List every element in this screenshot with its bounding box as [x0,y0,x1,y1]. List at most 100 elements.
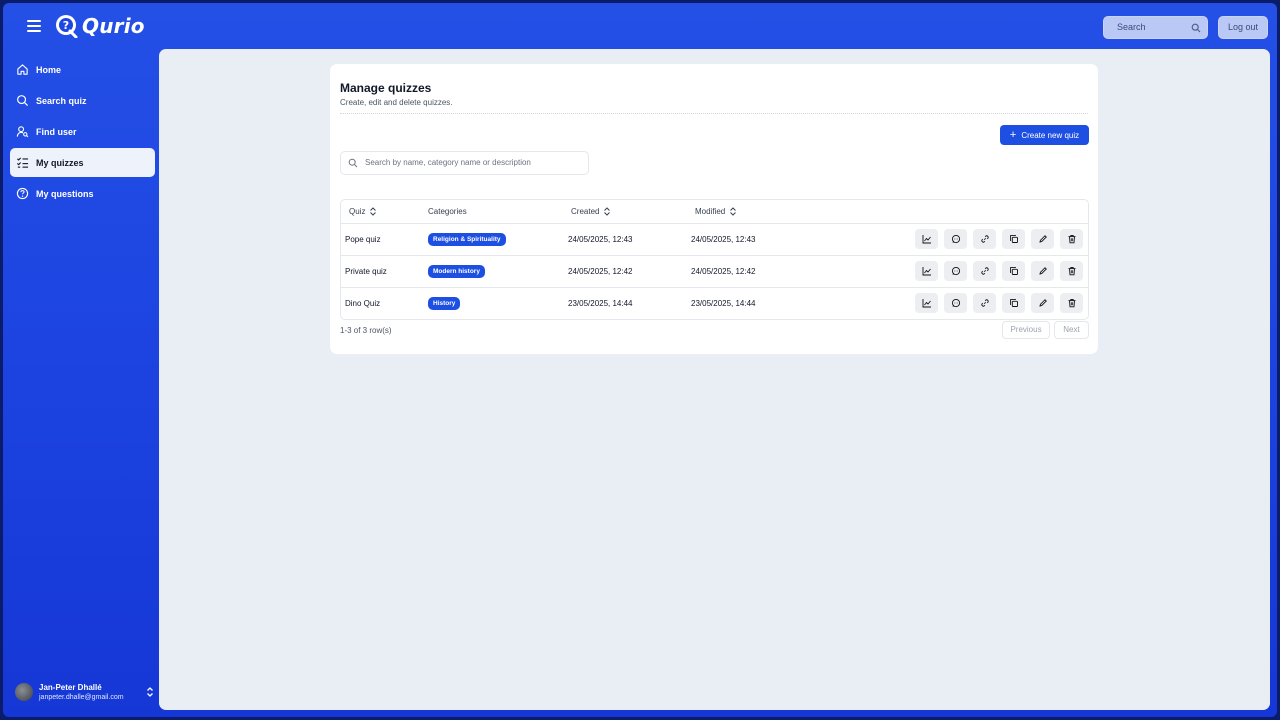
create-quiz-button[interactable]: + Create new quiz [1000,125,1089,145]
sidebar-item-label: Search quiz [36,95,87,106]
category-badge: Religion & Spirituality [428,233,506,246]
user-search-icon [16,126,29,138]
manage-quizzes-card: Manage quizzes Create, edit and delete q… [330,64,1098,354]
duplicate-button[interactable] [1002,293,1025,313]
sidebar-item-label: My quizzes [36,157,84,168]
table-row: Dino Quiz History 23/05/2025, 14:44 23/0… [341,288,1088,320]
main-content: Manage quizzes Create, edit and delete q… [159,49,1270,710]
row-count: 1-3 of 3 row(s) [340,326,392,335]
edit-button[interactable] [1031,293,1054,313]
sort-icon [370,207,377,216]
plus-icon: + [1009,129,1017,141]
created-date: 24/05/2025, 12:43 [568,235,633,244]
sidebar-item-find-user[interactable]: Find user [10,117,155,146]
sidebar: Home Search quiz Find user My quizzes My… [10,55,155,210]
modified-date: 24/05/2025, 12:43 [691,235,756,244]
home-icon [17,64,28,75]
copy-icon [1009,299,1018,307]
page-subtitle: Create, edit and delete quizzes. [340,98,453,107]
comments-button[interactable] [944,293,967,313]
edit-button[interactable] [1031,229,1054,249]
next-page-button[interactable]: Next [1054,321,1089,339]
sidebar-item-label: Find user [36,126,77,137]
top-bar: ? Qurio Search Log out [3,3,1277,51]
delete-button[interactable] [1060,293,1083,313]
sidebar-item-home[interactable]: Home [10,55,155,84]
delete-button[interactable] [1060,229,1083,249]
share-link-button[interactable] [973,229,996,249]
app-window: ? Qurio Search Log out Home Search quiz … [3,3,1277,717]
stats-button[interactable] [915,229,938,249]
comments-button[interactable] [944,261,967,281]
edit-icon [1038,267,1047,275]
share-link-button[interactable] [973,261,996,281]
column-header-created[interactable]: Created [571,207,611,216]
quiz-search-placeholder: Search by name, category name or descrip… [365,158,531,167]
copy-icon [1009,267,1018,275]
table-header: Quiz Categories Created Modified [341,200,1088,224]
sidebar-item-label: Home [36,64,62,75]
sort-icon [604,207,611,216]
column-label: Modified [695,207,726,216]
link-icon [980,267,989,275]
copy-icon [1009,235,1018,243]
delete-icon [1068,298,1075,308]
header-search-placeholder: Search [1117,22,1146,32]
table-row: Pope quiz Religion & Spirituality 24/05/… [341,224,1088,256]
previous-page-button[interactable]: Previous [1002,321,1050,339]
logout-button[interactable]: Log out [1218,16,1268,39]
column-label: Created [571,207,600,216]
row-actions [915,261,1089,281]
share-link-button[interactable] [973,293,996,313]
delete-icon [1068,266,1075,276]
search-icon [17,95,29,107]
edit-icon [1038,235,1047,243]
stats-button[interactable] [915,293,938,313]
menu-icon[interactable] [27,20,41,32]
list-check-icon [16,157,29,168]
search-icon [348,158,358,168]
edit-button[interactable] [1031,261,1054,281]
quiz-search-input[interactable]: Search by name, category name or descrip… [340,151,589,175]
sidebar-item-my-quizzes[interactable]: My quizzes [10,148,155,177]
quiz-name[interactable]: Private quiz [345,267,387,276]
divider [340,113,1088,114]
table-row: Private quiz Modern history 24/05/2025, … [341,256,1088,288]
stats-button[interactable] [915,261,938,281]
delete-button[interactable] [1060,261,1083,281]
category-badge: History [428,297,461,310]
quizzes-table: Quiz Categories Created Modified Pope qu… [340,199,1089,320]
modified-date: 23/05/2025, 14:44 [691,299,756,308]
column-label: Quiz [349,207,366,216]
quiz-name[interactable]: Pope quiz [345,235,381,244]
chevron-up-down-icon [147,687,153,697]
duplicate-button[interactable] [1002,229,1025,249]
column-header-categories: Categories [428,207,467,216]
modified-date: 24/05/2025, 12:42 [691,267,756,276]
comment-icon [951,298,960,308]
header-search-input[interactable]: Search [1103,16,1208,39]
quiz-name[interactable]: Dino Quiz [345,299,380,308]
comment-icon [951,266,960,276]
question-circle-icon [16,187,29,200]
user-name: Jan-Peter Dhallé [39,683,102,692]
chart-icon [922,299,931,308]
column-label: Categories [428,207,467,216]
comment-icon [951,234,960,244]
sidebar-item-my-questions[interactable]: My questions [10,179,155,208]
sidebar-item-search-quiz[interactable]: Search quiz [10,86,155,115]
comments-button[interactable] [944,229,967,249]
user-menu[interactable]: Jan-Peter Dhallé janpeter.dhalle@gmail.c… [15,679,155,705]
logo-icon: ? [56,15,78,38]
link-icon [980,299,989,307]
avatar [15,683,33,701]
link-icon [980,235,989,243]
edit-icon [1038,299,1047,307]
sort-icon [730,207,737,216]
duplicate-button[interactable] [1002,261,1025,281]
delete-icon [1068,234,1075,244]
sidebar-item-label: My questions [36,188,94,199]
column-header-modified[interactable]: Modified [695,207,737,216]
logo[interactable]: ? Qurio [55,14,145,38]
column-header-quiz[interactable]: Quiz [349,207,377,216]
